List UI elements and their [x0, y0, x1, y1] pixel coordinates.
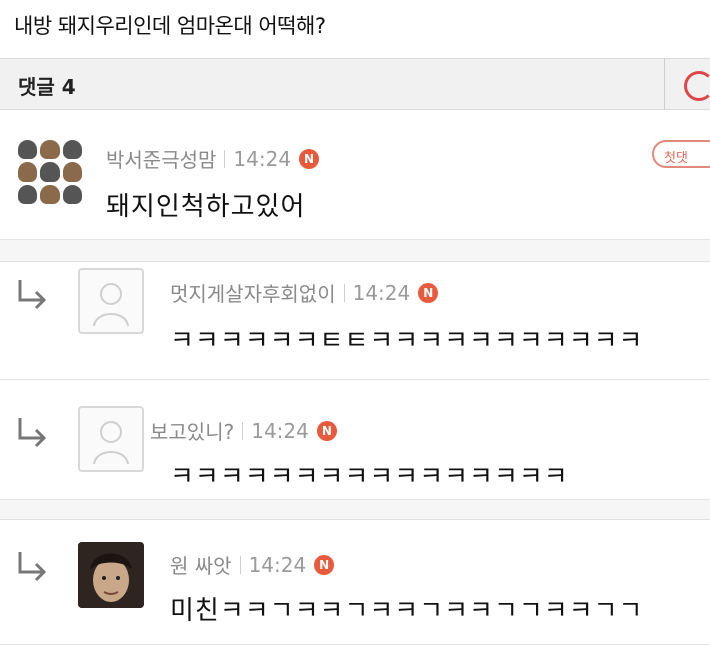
first-comment-badge: 첫댓: [652, 140, 710, 168]
avatar[interactable]: [78, 542, 144, 608]
section-gap: [0, 240, 710, 262]
comment-author[interactable]: 보고있니?: [150, 416, 234, 445]
comment-time: 14:24: [352, 280, 411, 305]
comment-item: 박서준극성맘 14:24 N 돼지인척하고있어 첫댓: [0, 110, 710, 240]
reply-arrow-icon: [18, 552, 47, 582]
reply-item: 보고있니? 14:24 N ㅋㅋㅋㅋㅋㅋㅋㅋㅋㅋㅋㅋㅋㅋㅋㅋ: [0, 380, 710, 500]
meta-divider: [224, 149, 226, 168]
default-avatar-icon[interactable]: [78, 406, 144, 472]
comment-count-bar: 댓글 4: [0, 58, 710, 110]
reply-item: 원 싸앗 14:24 N 미친ㅋㅋㄱㅋㅋㄱㅋㅋㄱㅋㅋㄱㄱㅋㅋㄱㄱ: [0, 520, 710, 645]
default-avatar-icon[interactable]: [78, 268, 144, 334]
new-badge-icon: N: [316, 420, 337, 441]
comment-text: ㅋㅋㅋㅋㅋㅋㅋㅋㅋㅋㅋㅋㅋㅋㅋㅋ: [170, 462, 569, 492]
meta-divider: [343, 283, 345, 302]
comment-text: 돼지인척하고있어: [106, 192, 306, 222]
meta-divider: [242, 421, 244, 440]
comment-meta: 원 싸앗 14:24 N: [170, 550, 335, 579]
reply-arrow-icon: [18, 280, 47, 310]
post-title: 내방 돼지우리인데 엄마온대 어떡해?: [14, 14, 326, 38]
comment-author[interactable]: 박서준극성맘: [106, 144, 216, 173]
meta-divider: [239, 555, 241, 574]
comment-meta: 박서준극성맘 14:24 N: [106, 144, 320, 173]
comment-meta: 보고있니? 14:24 N: [150, 416, 337, 445]
avatar[interactable]: [18, 140, 82, 204]
refresh-icon[interactable]: [684, 71, 710, 101]
section-gap: [0, 500, 710, 520]
new-badge-icon: N: [418, 282, 439, 303]
new-badge-icon: N: [299, 148, 320, 169]
comment-time: 14:24: [251, 418, 309, 443]
comment-time: 14:24: [233, 146, 292, 171]
comment-text: 미친ㅋㅋㄱㅋㅋㄱㅋㅋㄱㅋㅋㄱㄱㅋㅋㄱㄱ: [170, 596, 644, 626]
comment-text: ㅋㅋㅋㅋㅋㅋㅌㅌㅋㅋㅋㅋㅋㅋㅋㅋㅋㅋㅋ: [170, 326, 644, 356]
new-badge-icon: N: [314, 554, 335, 575]
comment-time: 14:24: [248, 552, 307, 577]
comment-meta: 멋지게살자후회없이 14:24 N: [170, 278, 439, 307]
comment-author[interactable]: 원 싸앗: [170, 550, 232, 579]
comment-author[interactable]: 멋지게살자후회없이: [170, 278, 336, 307]
bar-divider: [664, 59, 665, 109]
reply-item: 멋지게살자후회없이 14:24 N ㅋㅋㅋㅋㅋㅋㅌㅌㅋㅋㅋㅋㅋㅋㅋㅋㅋㅋㅋ: [0, 262, 710, 380]
reply-arrow-icon: [18, 418, 47, 448]
comment-count-label: 댓글 4: [18, 75, 76, 99]
